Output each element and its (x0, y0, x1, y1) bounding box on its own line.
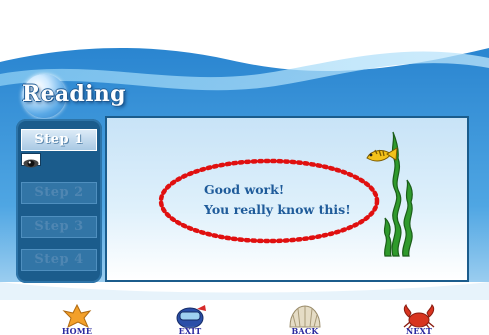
page-title: Reading (22, 81, 126, 107)
exit-label: EXIT (178, 326, 202, 335)
feedback-line-2: You really know this! (204, 202, 351, 217)
back-label: BACK (291, 326, 319, 335)
step-panel: Step 1 Step 2 Step 3 Step 4 (16, 119, 102, 283)
home-button[interactable]: HOME (50, 303, 104, 335)
step-2-button[interactable]: Step 2 (21, 182, 97, 204)
feedback-message: Good work! You really know this! (204, 180, 351, 220)
eye-icon[interactable] (21, 153, 41, 168)
next-label: NEXT (405, 326, 433, 335)
step-1-button[interactable]: Step 1 (21, 129, 97, 151)
back-button[interactable]: BACK (278, 303, 332, 335)
step-4-button[interactable]: Step 4 (21, 249, 97, 271)
next-button[interactable]: NEXT (392, 303, 446, 335)
home-label: HOME (61, 326, 93, 335)
feedback-line-1: Good work! (204, 182, 285, 197)
exit-button[interactable]: EXIT (163, 303, 217, 335)
game-screen: Reading Step 1 Step 2 Step 3 Step 4 Good… (0, 0, 489, 335)
step-3-button[interactable]: Step 3 (21, 216, 97, 238)
seaweed-icon (366, 131, 413, 257)
